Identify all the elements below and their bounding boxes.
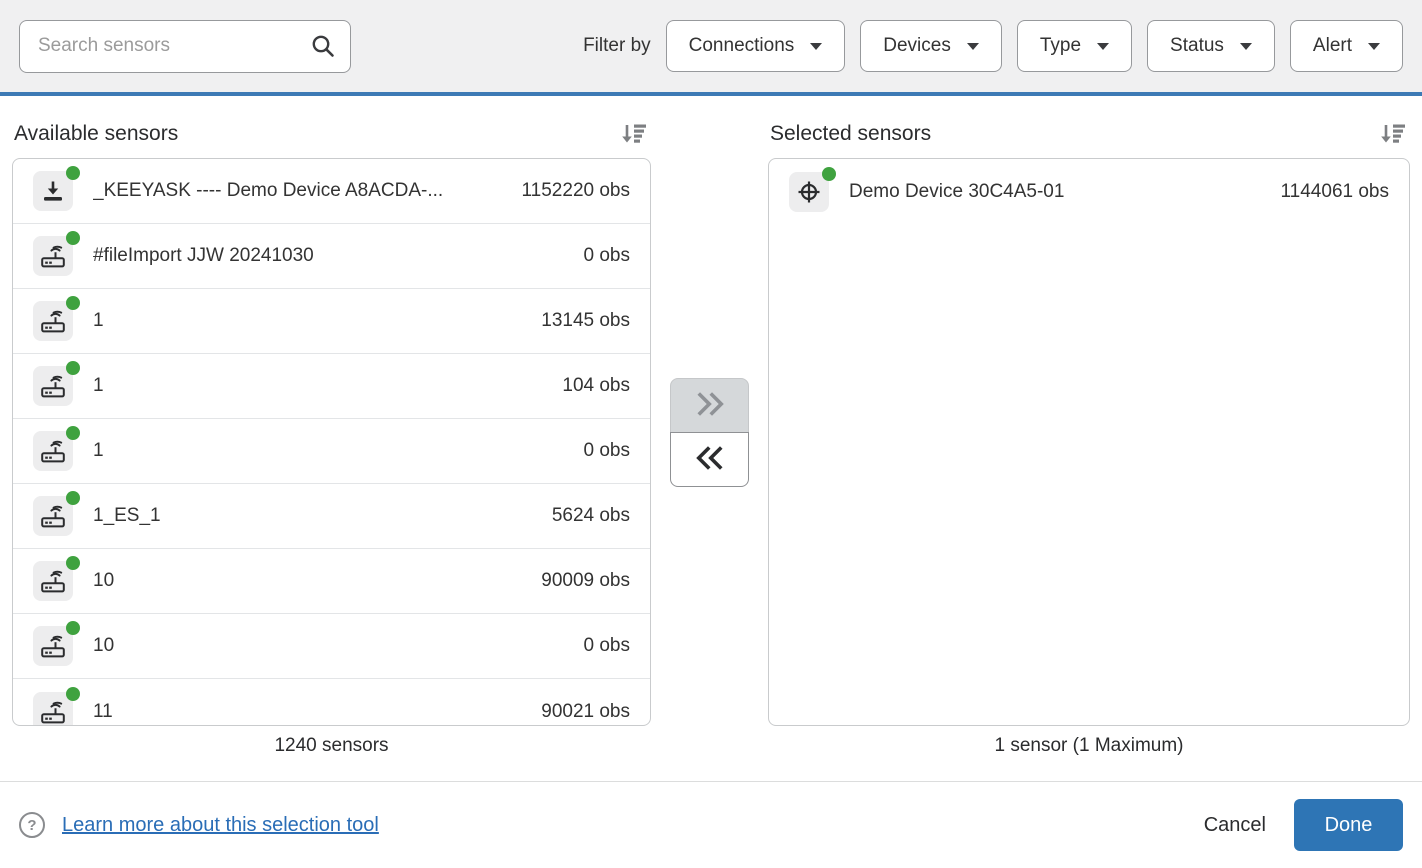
- selected-count: 1 sensor (1 Maximum): [994, 735, 1184, 756]
- chevrons-left-icon: [692, 444, 728, 475]
- filter-dropdown-connections[interactable]: Connections: [665, 20, 846, 72]
- sensor-row[interactable]: 1 13145 obs: [13, 289, 650, 354]
- search-field-wrap: [19, 19, 351, 73]
- router-icon: [33, 621, 80, 666]
- download-icon: [33, 166, 80, 211]
- sensor-name: _KEEYASK ---- Demo Device A8ACDA-...: [93, 180, 444, 201]
- available-count: 1240 sensors: [274, 735, 389, 756]
- sensor-row[interactable]: 1 0 obs: [13, 419, 650, 484]
- status-online-dot: [66, 491, 80, 505]
- sort-descending-icon[interactable]: [1377, 121, 1408, 148]
- sensor-name: 1: [93, 440, 104, 461]
- search-input[interactable]: [19, 19, 351, 73]
- filter-by-label: Filter by: [583, 35, 651, 56]
- sensor-row[interactable]: _KEEYASK ---- Demo Device A8ACDA-... 115…: [13, 159, 650, 224]
- status-online-dot: [66, 296, 80, 310]
- sensor-obs-count: 0 obs: [583, 245, 630, 266]
- sensor-obs-count: 1152220 obs: [521, 180, 630, 201]
- search-icon: [310, 33, 336, 59]
- chevron-down-icon: [1368, 42, 1380, 50]
- chevrons-right-icon: [692, 390, 728, 421]
- sort-descending-icon[interactable]: [618, 121, 649, 148]
- chevron-down-icon: [810, 42, 823, 50]
- status-online-dot: [66, 231, 80, 245]
- sensor-row[interactable]: 1_ES_1 5624 obs: [13, 484, 650, 549]
- filter-dropdown-label: Alert: [1312, 35, 1352, 56]
- filter-toolbar: Filter by Connections Devices Type Statu…: [0, 0, 1422, 96]
- help-question-icon: ?: [19, 812, 45, 838]
- sensor-obs-count: 13145 obs: [541, 310, 630, 331]
- router-icon: [33, 296, 80, 341]
- filter-buttons: Connections Devices Type Status Alert: [665, 20, 1403, 72]
- sensor-name: 10: [93, 570, 115, 591]
- status-online-dot: [66, 556, 80, 570]
- router-icon: [33, 426, 80, 471]
- available-sensors-panel: Available sensors _KEEYASK ---- Demo Dev…: [12, 96, 651, 757]
- status-online-dot: [66, 621, 80, 635]
- filter-dropdown-alert[interactable]: Alert: [1289, 20, 1403, 72]
- sensor-obs-count: 0 obs: [583, 635, 630, 656]
- router-icon: [33, 556, 80, 601]
- filter-dropdown-devices[interactable]: Devices: [860, 20, 1002, 72]
- status-online-dot: [66, 686, 80, 701]
- selected-sensors-list: Demo Device 30C4A5-01 1144061 obs: [768, 158, 1410, 726]
- transfer-controls: [651, 96, 768, 757]
- cancel-button[interactable]: Cancel: [1190, 804, 1280, 847]
- router-icon: [33, 491, 80, 536]
- target-icon: [789, 166, 836, 212]
- sensor-obs-count: 104 obs: [562, 375, 630, 396]
- sensor-name: 1_ES_1: [93, 505, 161, 526]
- status-online-dot: [822, 166, 836, 181]
- sensor-row[interactable]: 11 90021 obs: [13, 679, 650, 725]
- sensor-name: 1: [93, 375, 104, 396]
- sensor-name: 1: [93, 310, 104, 331]
- router-icon: [33, 361, 80, 406]
- filter-dropdown-label: Type: [1039, 35, 1082, 56]
- filter-dropdown-label: Status: [1170, 35, 1224, 56]
- move-to-available-button[interactable]: [670, 432, 749, 487]
- move-to-selected-button[interactable]: [670, 378, 749, 433]
- dialog-footer: ? Learn more about this selection tool C…: [0, 781, 1422, 868]
- status-online-dot: [66, 166, 80, 180]
- chevron-down-icon: [1239, 42, 1252, 50]
- dual-listbox: Available sensors _KEEYASK ---- Demo Dev…: [0, 96, 1422, 757]
- available-sensors-title: Available sensors: [14, 122, 179, 145]
- sensor-obs-count: 0 obs: [583, 440, 630, 461]
- sensor-obs-count: 90009 obs: [541, 570, 630, 591]
- done-button[interactable]: Done: [1294, 799, 1403, 851]
- sensor-row[interactable]: 1 104 obs: [13, 354, 650, 419]
- sensor-row[interactable]: Demo Device 30C4A5-01 1144061 obs: [769, 159, 1409, 224]
- sensor-row[interactable]: 10 90009 obs: [13, 549, 650, 614]
- chevron-down-icon: [966, 42, 979, 50]
- filter-dropdown-label: Devices: [883, 35, 951, 56]
- sensor-name: 10: [93, 635, 115, 656]
- sensor-obs-count: 1144061 obs: [1280, 180, 1389, 202]
- router-icon: [33, 686, 80, 725]
- router-icon: [33, 231, 80, 276]
- chevron-down-icon: [1097, 42, 1110, 50]
- sensor-name: Demo Device 30C4A5-01: [849, 180, 1065, 202]
- sensor-obs-count: 5624 obs: [551, 505, 630, 526]
- status-online-dot: [66, 426, 80, 440]
- learn-more-link[interactable]: Learn more about this selection tool: [62, 814, 379, 837]
- sensor-obs-count: 90021 obs: [541, 700, 630, 722]
- sensor-row[interactable]: #fileImport JJW 20241030 0 obs: [13, 224, 650, 289]
- status-online-dot: [66, 361, 80, 375]
- selected-sensors-panel: Selected sensors Demo Device 30C4A5-01 1…: [768, 96, 1410, 757]
- filter-dropdown-type[interactable]: Type: [1016, 20, 1133, 72]
- filter-dropdown-label: Connections: [688, 35, 795, 56]
- sensor-name: #fileImport JJW 20241030: [93, 245, 314, 266]
- available-sensors-list: _KEEYASK ---- Demo Device A8ACDA-... 115…: [12, 158, 651, 726]
- sensor-name: 11: [93, 700, 113, 722]
- filter-dropdown-status[interactable]: Status: [1147, 20, 1275, 72]
- sensor-row[interactable]: 10 0 obs: [13, 614, 650, 679]
- selected-sensors-title: Selected sensors: [770, 122, 932, 145]
